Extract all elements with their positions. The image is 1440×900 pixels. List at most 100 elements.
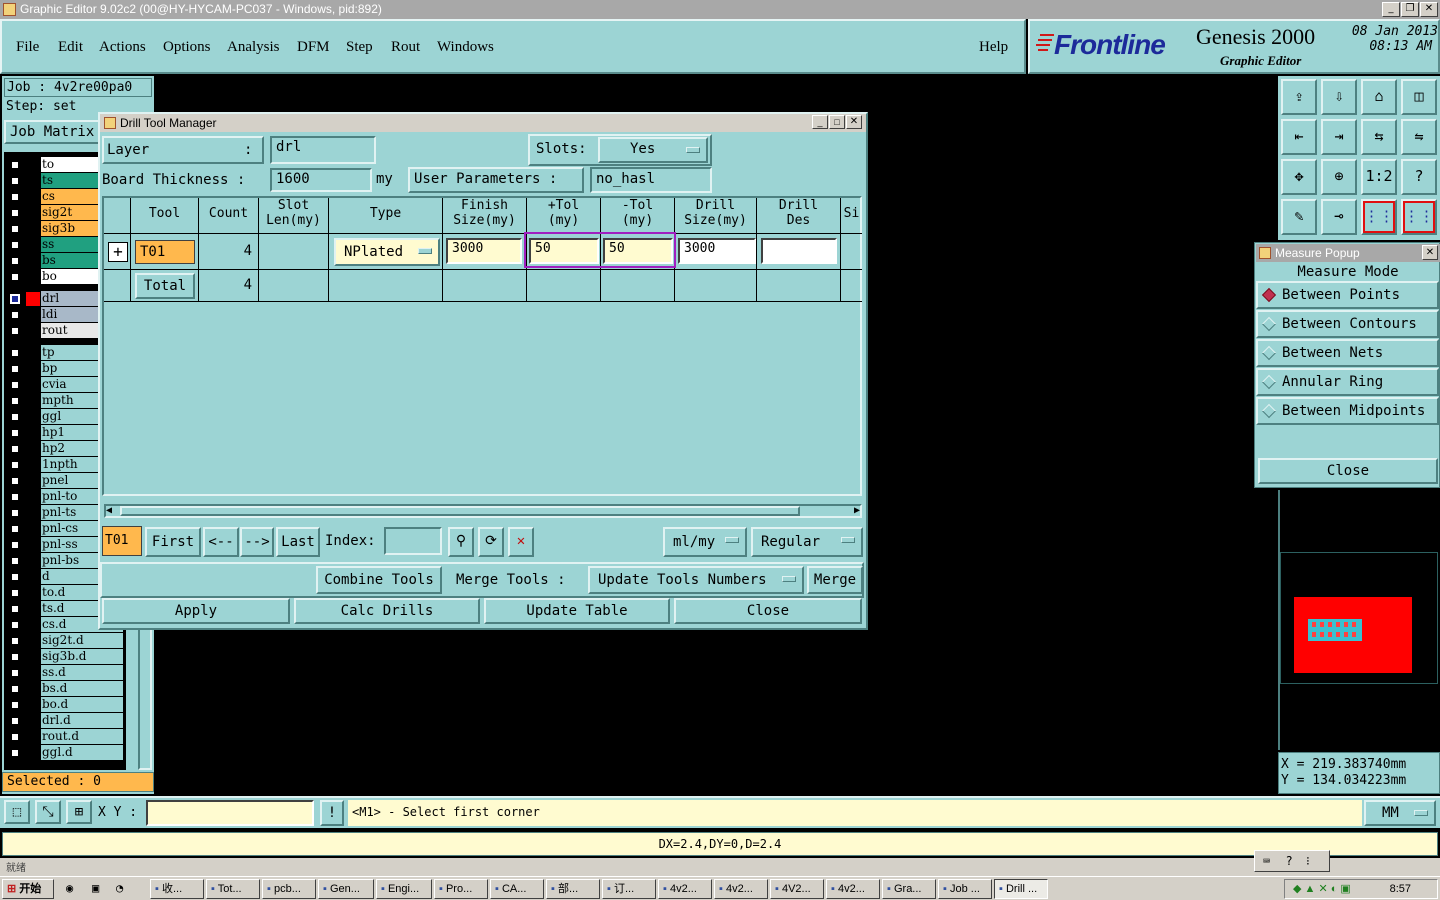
- measure-popup-close-icon[interactable]: ✕: [1422, 245, 1438, 260]
- layer-row[interactable]: ggl.d: [6, 745, 124, 761]
- dialog-close-icon[interactable]: ✕: [846, 115, 862, 129]
- zoom-tool-icon[interactable]: ⬚: [4, 800, 30, 824]
- layer-checkbox[interactable]: [10, 636, 20, 646]
- toolgrid-button-icon[interactable]: ?: [1401, 159, 1437, 195]
- options-icon[interactable]: ⁝: [1300, 854, 1310, 868]
- layer-checkbox[interactable]: [10, 684, 20, 694]
- layer-name[interactable]: mpth: [41, 393, 98, 408]
- search-icon[interactable]: ⚲: [448, 527, 474, 557]
- toolgrid-button-icon[interactable]: ⇪: [1281, 79, 1317, 115]
- calc-drills-button[interactable]: Calc Drills: [294, 598, 480, 624]
- layer-name[interactable]: bo.d: [41, 697, 123, 712]
- layer-row[interactable]: bo: [6, 269, 98, 285]
- layer-row[interactable]: pnl-ts: [6, 505, 98, 521]
- measure-option[interactable]: Between Midpoints: [1256, 397, 1439, 425]
- layer-row[interactable]: sig2t.d: [6, 633, 124, 649]
- layer-checkbox[interactable]: [10, 588, 20, 598]
- menu-options[interactable]: Options: [163, 39, 211, 56]
- layer-row[interactable]: hp1: [6, 425, 98, 441]
- layer-checkbox[interactable]: [10, 556, 20, 566]
- menu-edit[interactable]: Edit: [58, 39, 83, 56]
- menu-windows[interactable]: Windows: [437, 39, 494, 56]
- layer-checkbox[interactable]: [10, 700, 20, 710]
- layer-row[interactable]: to.d: [6, 585, 98, 601]
- layer-checkbox[interactable]: [10, 380, 20, 390]
- layer-checkbox[interactable]: [10, 224, 20, 234]
- plus-tol-field[interactable]: 50: [529, 238, 599, 264]
- layer-row[interactable]: tp: [6, 345, 98, 361]
- layer-checkbox[interactable]: [10, 412, 20, 422]
- taskbar-item[interactable]: ▪ 收...: [150, 879, 204, 899]
- toolgrid-button-icon[interactable]: ⊕: [1321, 159, 1357, 195]
- layer-row[interactable]: sig2t: [6, 205, 98, 221]
- toolgrid-button-icon[interactable]: ⇆: [1361, 119, 1397, 155]
- last-button[interactable]: Last: [276, 527, 320, 557]
- maximize-button[interactable]: ❐: [1401, 2, 1419, 17]
- layer-checkbox[interactable]: [10, 508, 20, 518]
- toolgrid-button-icon[interactable]: ✥: [1281, 159, 1317, 195]
- layer-checkbox[interactable]: [10, 364, 20, 374]
- layer-checkbox[interactable]: [10, 492, 20, 502]
- layer-name[interactable]: bs.d: [41, 681, 123, 696]
- taskbar-item[interactable]: ▪ Engi...: [376, 879, 432, 899]
- layer-name[interactable]: 1npth: [41, 457, 98, 472]
- dialog-close-button[interactable]: Close: [674, 598, 862, 624]
- toolgrid-button-icon[interactable]: ⋮⋮: [1401, 199, 1437, 235]
- tray-icons[interactable]: ◆ ▲ ✕ ◐ ▣: [1293, 880, 1351, 898]
- prev-button[interactable]: <--: [203, 527, 239, 557]
- layer-row[interactable]: pnl-bs: [6, 553, 98, 569]
- layer-checkbox[interactable]: [10, 326, 20, 336]
- taskbar-item[interactable]: ▪ Tot...: [206, 879, 260, 899]
- type-dropdown[interactable]: NPlated: [334, 238, 440, 266]
- measure-option[interactable]: Between Contours: [1256, 310, 1439, 338]
- layer-name[interactable]: ggl.d: [41, 745, 123, 760]
- layer-row[interactable]: to: [6, 157, 98, 173]
- layer-name[interactable]: sig2t.d: [41, 633, 123, 648]
- menu-actions[interactable]: Actions: [99, 39, 146, 56]
- units-selector[interactable]: MM: [1364, 800, 1436, 826]
- toolgrid-button-icon[interactable]: ⇋: [1401, 119, 1437, 155]
- layer-checkbox[interactable]: [10, 160, 20, 170]
- layer-row[interactable]: ss: [6, 237, 98, 253]
- layer-name[interactable]: to.d: [41, 585, 98, 600]
- layer-row[interactable]: ts: [6, 173, 98, 189]
- grid-tool-icon[interactable]: ⊞: [66, 800, 92, 824]
- drill-size-field[interactable]: 3000: [678, 238, 756, 264]
- layer-name[interactable]: ts: [41, 173, 98, 188]
- keyboard-icon[interactable]: ⌨: [1255, 854, 1270, 868]
- minus-tol-field[interactable]: 50: [603, 238, 673, 264]
- help-icon[interactable]: ?: [1277, 854, 1292, 868]
- layer-checkbox[interactable]: [10, 294, 20, 304]
- layer-row[interactable]: rout: [6, 323, 98, 339]
- measure-close-button[interactable]: Close: [1258, 458, 1438, 484]
- index-field[interactable]: [384, 527, 442, 555]
- layer-row[interactable]: drl.d: [6, 713, 124, 729]
- explorer-icon[interactable]: ▣: [92, 881, 99, 895]
- units-dropdown[interactable]: ml/my: [663, 527, 747, 557]
- layer-checkbox[interactable]: [10, 476, 20, 486]
- taskbar-item[interactable]: ▪ 订...: [602, 879, 656, 899]
- layer-checkbox[interactable]: [10, 428, 20, 438]
- update-tools-numbers-dropdown[interactable]: Update Tools Numbers: [588, 566, 804, 594]
- layer-name[interactable]: pnl-cs: [41, 521, 98, 536]
- taskbar-item[interactable]: ▪ Pro...: [434, 879, 488, 899]
- scroll-thumb[interactable]: [120, 506, 800, 516]
- scroll-right-arrow[interactable]: ▶: [854, 505, 860, 516]
- merge-button[interactable]: Merge: [807, 566, 863, 594]
- layer-name[interactable]: hp1: [41, 425, 98, 440]
- expand-row-button[interactable]: +: [108, 242, 128, 262]
- layer-checkbox[interactable]: [10, 348, 20, 358]
- layer-checkbox[interactable]: [10, 748, 20, 758]
- layer-row[interactable]: bo.d: [6, 697, 124, 713]
- layer-name[interactable]: rout: [41, 323, 98, 338]
- taskbar-item[interactable]: ▪ 4v2...: [658, 879, 712, 899]
- measure-option[interactable]: Between Nets: [1256, 339, 1439, 367]
- taskbar-item[interactable]: ▪ Drill ...: [994, 879, 1048, 899]
- layer-name[interactable]: d: [41, 569, 98, 584]
- layer-name[interactable]: ldi: [41, 307, 98, 322]
- layer-checkbox[interactable]: [10, 732, 20, 742]
- layer-row[interactable]: pnel: [6, 473, 98, 489]
- layer-name[interactable]: cs: [41, 189, 98, 204]
- layer-name[interactable]: pnl-ts: [41, 505, 98, 520]
- mode-dropdown[interactable]: Regular: [751, 527, 863, 557]
